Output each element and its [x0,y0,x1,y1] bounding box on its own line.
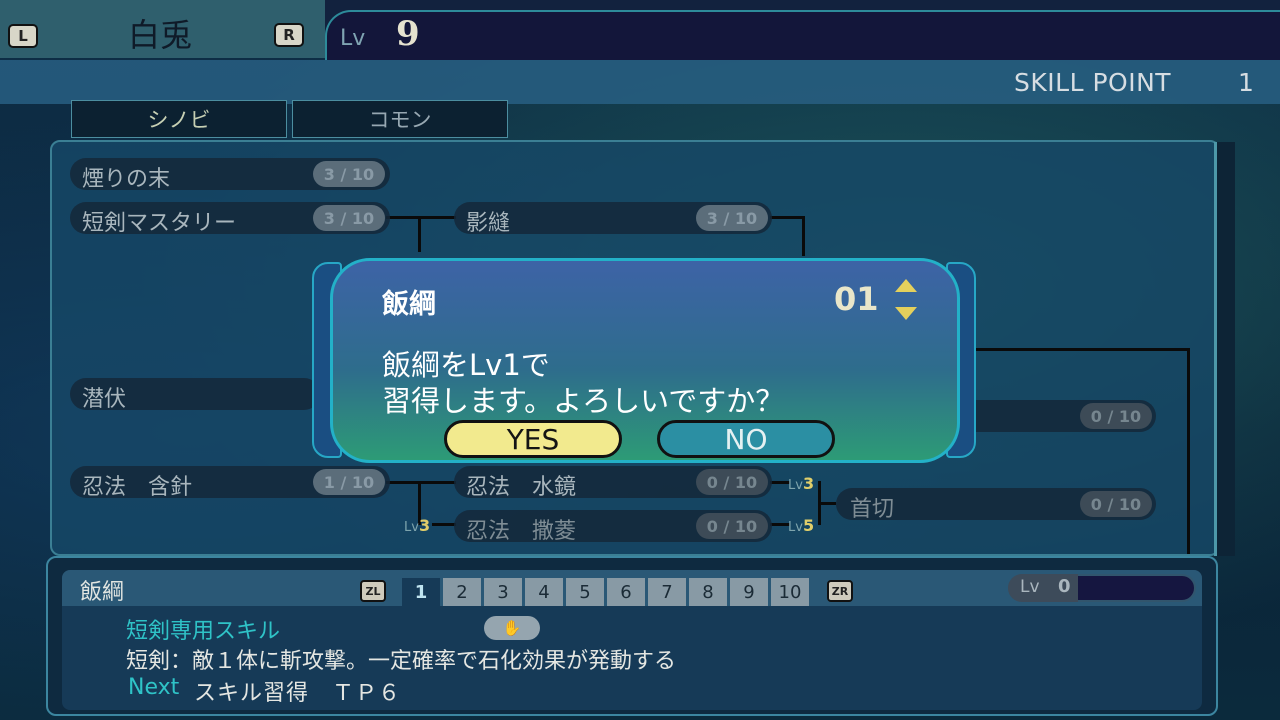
skill-level-pill: 0 / 10 [1080,491,1152,517]
no-button[interactable]: NO [657,420,835,458]
level-requirement: Lv3 [404,516,431,535]
info-skill-name: 飯綱 [80,580,125,605]
level-value: 9 [396,14,420,54]
connector-line [802,216,805,256]
character-name: 白兎 [127,16,192,54]
level-tab-1[interactable]: 1 [402,578,440,606]
skill-tree-scrollbar[interactable] [1214,142,1235,556]
level-tab-2[interactable]: 2 [443,578,481,606]
skill-node-name: 忍法 含針 [82,475,193,500]
level-requirement: Lv5 [788,516,815,535]
skill-level-pill: 0 / 10 [1080,403,1152,429]
level-tab-5[interactable]: 5 [566,578,604,606]
r-shoulder-button[interactable]: R [274,23,304,47]
skill-level-pill: 3 / 10 [313,161,385,187]
skill-point-label: SKILL POINT [1014,68,1172,97]
skill-node-name: 忍法 水鏡 [466,475,577,500]
level-tab-4[interactable]: 4 [525,578,563,606]
tab-shinobi[interactable]: シノビ [71,100,287,138]
skill-level-pill: 3 / 10 [696,205,768,231]
l-shoulder-button[interactable]: L [8,24,38,48]
decrement-arrow-icon[interactable] [895,307,917,320]
level-label: Lv [340,26,366,51]
connector-line [770,481,790,484]
level-tab-8[interactable]: 8 [689,578,727,606]
skill-node-name: 短剣マスタリー [82,211,237,236]
connector-line [386,481,456,484]
yes-button[interactable]: YES [444,420,622,458]
skill-node-name: 首切 [850,497,895,522]
info-level-label: Lv [1020,577,1040,597]
connector-line [1187,348,1190,554]
connector-line [432,523,456,526]
level-tab-10[interactable]: 10 [771,578,809,606]
tab-common[interactable]: コモン [292,100,508,138]
level-tab-6[interactable]: 6 [607,578,645,606]
increment-arrow-icon[interactable] [895,279,917,292]
skill-node-name: 影縫 [466,211,511,236]
next-label: Next [128,675,180,700]
connector-line [418,216,421,252]
skill-description: 短剣：敵１体に斬攻撃。一定確率で石化効果が発動する [126,649,677,674]
connector-line [386,216,456,219]
level-plate [325,10,1280,60]
skill-node-name: 潜伏 [82,387,127,412]
skill-level-pill: 3 / 10 [313,205,385,231]
level-tab-7[interactable]: 7 [648,578,686,606]
zr-button[interactable]: ZR [827,580,853,602]
skill-node-name: 忍法 撒菱 [466,519,577,544]
skill-point-value: 1 [1238,68,1254,97]
zl-button[interactable]: ZL [360,580,386,602]
dialog-message-line: 習得します。よろしいですか？ [382,384,785,418]
dialog-skill-name: 飯綱 [382,289,436,320]
skill-level-pill: 0 / 10 [696,513,768,539]
skill-level-pill: 1 / 10 [313,469,385,495]
level-requirement: Lv3 [788,474,815,493]
connector-line [970,348,1190,351]
connector-line [818,502,836,505]
next-cost-text: スキル習得 ＴＰ６ [194,681,402,706]
level-tab-9[interactable]: 9 [730,578,768,606]
skill-node-name: 煙りの末 [82,167,171,192]
dialog-level-count[interactable]: 01 [834,280,879,318]
hand-icon: ✋ [484,616,540,640]
connector-line [770,216,804,219]
level-tab-3[interactable]: 3 [484,578,522,606]
skill-level-pill: 0 / 10 [696,469,768,495]
connector-line [770,523,790,526]
info-level-value: 0 [1058,576,1071,597]
skill-category: 短剣専用スキル [126,619,281,644]
